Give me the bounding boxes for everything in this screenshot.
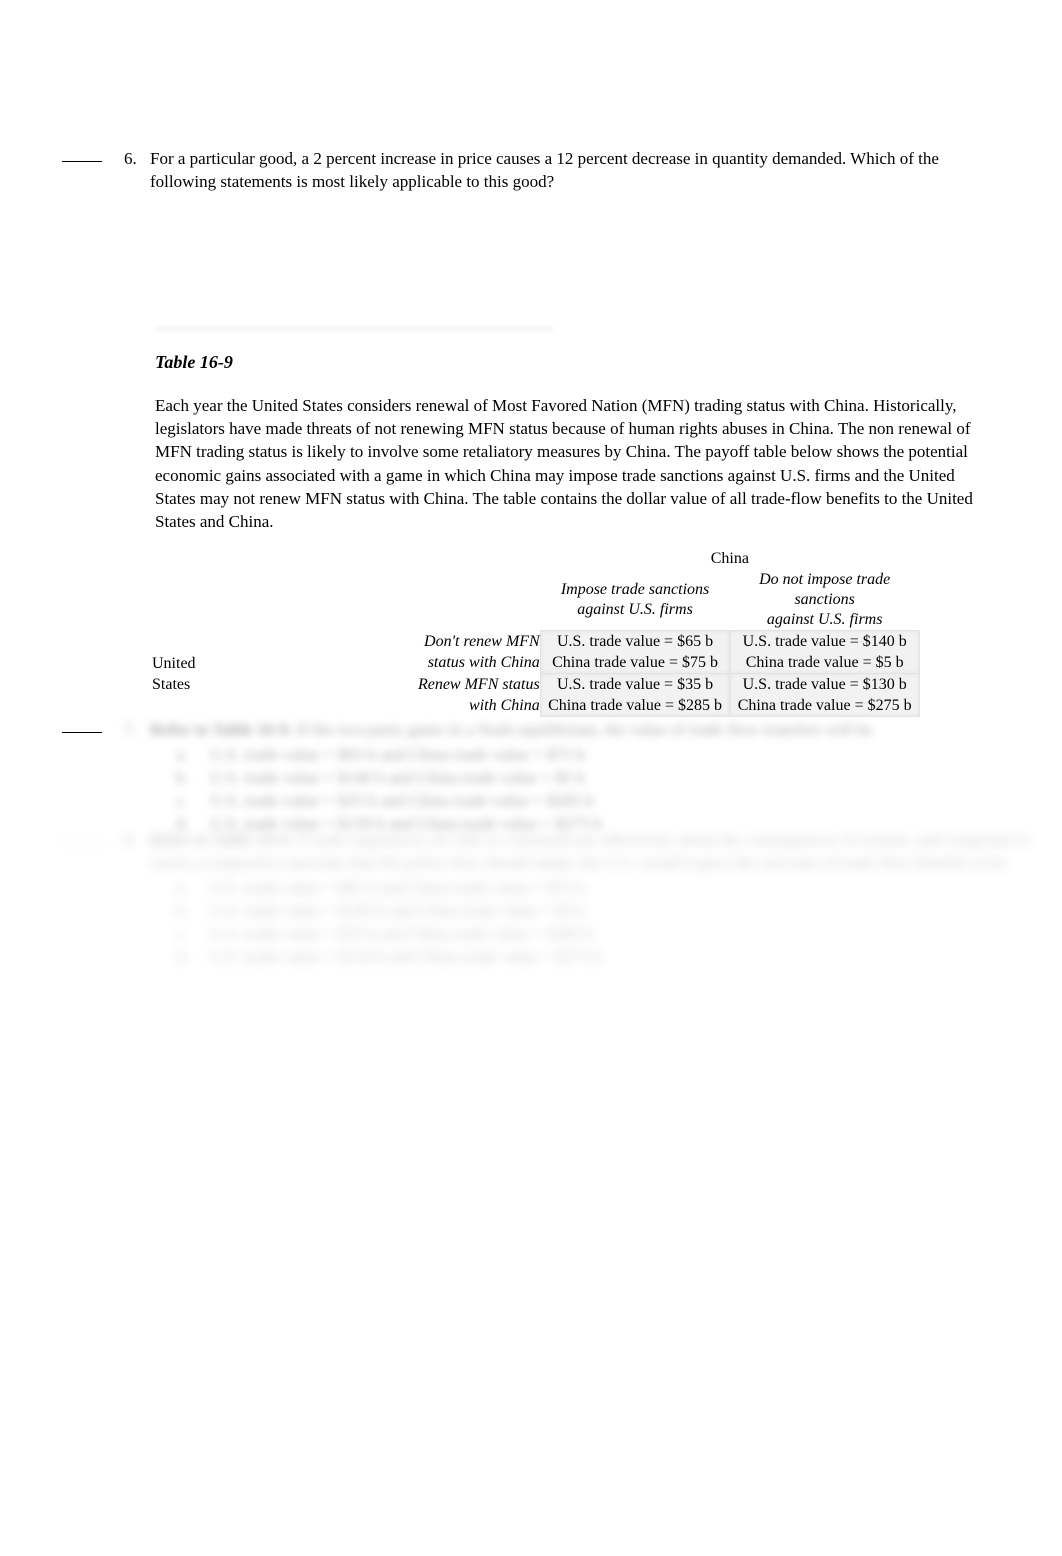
payoff-table-row-1: United States Don't renew MFN status wit… [152,630,920,693]
question-6-text: For a particular good, a 2 percent incre… [150,149,939,191]
column-strategy-1: Impose trade sanctions against U.S. firm… [560,581,710,618]
answer-blank-6[interactable] [62,147,102,162]
row-strategy-1: Don't renew MFN status with China [424,633,540,671]
option-letter-a: a. [176,745,188,764]
question-7-option-a[interactable]: a. U.S. trade value = $65 b and China tr… [150,743,1030,766]
option-text-c: U.S. trade value = $35 b and China trade… [210,791,594,810]
payoff-r1c1-us: U.S. trade value = $65 b [556,633,714,650]
option-letter-a: a. [176,878,188,897]
question-7: 7. Refer to Table 16-9. If the two-party… [62,718,1042,835]
payoff-r2c1-china: China trade value = $285 b [548,697,722,714]
question-8-option-c[interactable]: c. U.S. trade value = $35 b and China tr… [150,922,1030,945]
payoff-table: China Impose trade sanctions against U.S… [152,548,920,717]
option-letter-c: c. [176,924,188,943]
question-7-number: 7. [124,720,137,739]
payoff-table-opponent-row: China [152,548,920,570]
option-text-b: U.S. trade value = $140 b and China trad… [210,901,586,920]
question-8-number: 8. [124,830,137,849]
payoff-r1c1-china: China trade value = $75 b [552,654,718,671]
question-7-text: If the two-party game in a Nash equilibr… [296,720,873,739]
question-6: 6. For a particular good, a 2 percent in… [62,147,1022,193]
spacer-cell-a [152,570,301,631]
option-text-a: U.S. trade value = $65 b and China trade… [210,745,586,764]
question-6-number: 6. [124,149,137,168]
question-8-option-b[interactable]: b. U.S. trade value = $140 b and China t… [150,899,1030,922]
corner-cell-blank [152,548,301,570]
payoff-r1c2-china: China trade value = $5 b [745,654,904,671]
payoff-cell-r1c1: U.S. trade value = $65 b China trade val… [539,630,731,674]
document-page: 6. For a particular good, a 2 percent in… [0,0,1062,1556]
payoff-table-strategy-header-row: Impose trade sanctions against U.S. firm… [152,570,920,631]
table-title: Table 16-9 [155,352,233,372]
row-strategy-2: Renew MFN status with China [417,676,540,714]
option-text-c: U.S. trade value = $35 b and China trade… [210,924,594,943]
redacted-separator [155,326,553,332]
payoff-cell-r2c2: U.S. trade value = $130 b China trade va… [729,673,920,717]
spacer-cell-b [301,570,540,631]
question-8-option-a[interactable]: a. U.S. trade value = $65 b and China tr… [150,876,1030,899]
column-strategy-2: Do not impose trade sanctions against U.… [759,571,891,628]
answer-blank-7[interactable] [62,718,102,733]
question-7-option-c[interactable]: c. U.S. trade value = $35 b and China tr… [150,789,1030,812]
option-letter-c: c. [176,791,188,810]
payoff-matrix: China Impose trade sanctions against U.S… [152,548,920,717]
row-player-label: United States [152,654,196,693]
payoff-r2c2-china: China trade value = $275 b [737,697,912,714]
question-8-option-d[interactable]: d. U.S. trade value = $130 b and China t… [150,945,1030,968]
payoff-cell-r2c1: U.S. trade value = $35 b China trade val… [539,673,731,717]
payoff-r1c2-us: U.S. trade value = $140 b [742,633,907,650]
column-player-label: China [710,550,749,567]
answer-blank-8[interactable] [62,828,102,843]
option-text-d: U.S. trade value = $130 b and China trad… [210,947,603,966]
question-7-lead-in: Refer to Table 16-9. [150,720,293,739]
table-description: Each year the United States considers re… [155,396,973,532]
question-8: 8. Refer to Table 16-9. If trade negotia… [62,828,1042,968]
option-text-b: U.S. trade value = $140 b and China trad… [210,768,586,787]
payoff-cell-r1c2: U.S. trade value = $140 b China trade va… [729,630,920,674]
question-8-lead-in: Refer to Table 16-9. [150,830,293,849]
corner-cell-blank-2 [301,548,540,570]
payoff-r2c1-us: U.S. trade value = $35 b [556,676,714,693]
option-text-a: U.S. trade value = $65 b and China trade… [210,878,586,897]
payoff-r2c2-us: U.S. trade value = $130 b [742,676,907,693]
question-7-option-b[interactable]: b. U.S. trade value = $140 b and China t… [150,766,1030,789]
option-letter-d: d. [176,947,189,966]
option-letter-b: b. [176,901,189,920]
option-letter-b: b. [176,768,189,787]
